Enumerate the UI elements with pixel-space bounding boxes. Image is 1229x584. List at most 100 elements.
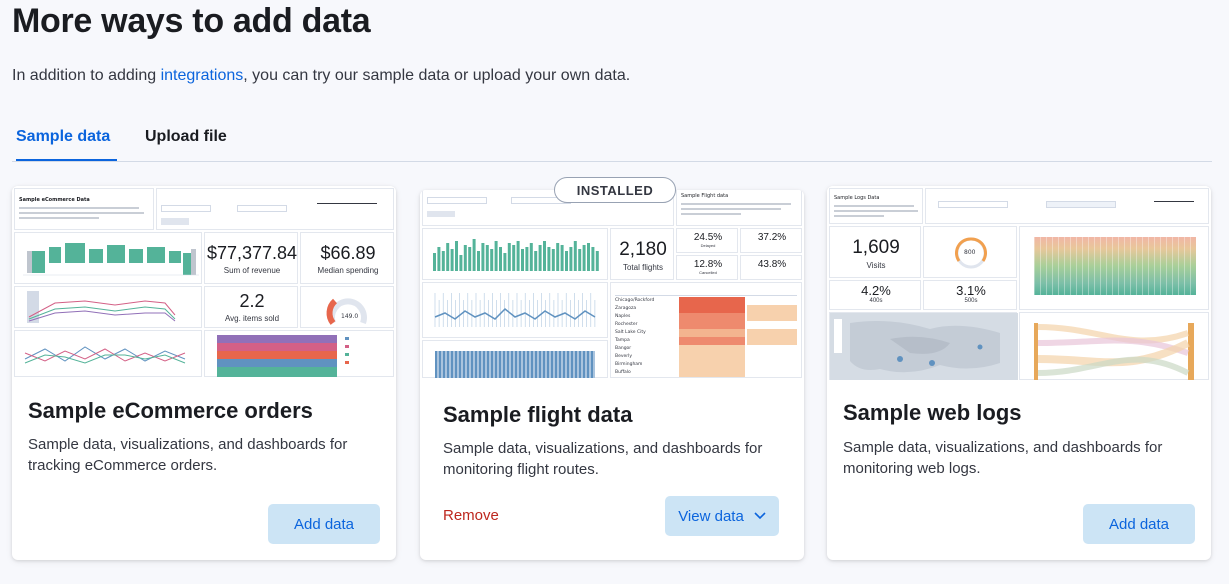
- weblogs-dashboard-title: Sample Logs Data: [834, 195, 880, 201]
- card-desc-weblogs: Sample data, visualizations, and dashboa…: [843, 439, 1163, 477]
- revenue-value: $77,377.84: [206, 243, 298, 263]
- median-value: $66.89: [320, 243, 376, 263]
- metric-5-value: 43.8%: [757, 259, 787, 270]
- ecommerce-line-panel: [14, 286, 202, 328]
- card-title-ecommerce: Sample eCommerce orders: [28, 398, 313, 423]
- flights-metric-5: 43.8%: [740, 255, 802, 280]
- weblogs-500-metric: 3.1% 500s: [923, 280, 1017, 310]
- city-name: Birmingham: [615, 362, 643, 367]
- ecommerce-dashboard-title: Sample eCommerce Data: [19, 197, 90, 203]
- weblogs-controls-panel: [925, 188, 1209, 224]
- city-name: Naples: [615, 314, 631, 319]
- card-flights: INSTALLED Sample Flight data 2,180 Total …: [420, 177, 804, 560]
- weblogs-sankey: [1034, 323, 1194, 380]
- ecommerce-stacked-chart: [217, 335, 349, 377]
- card-ecommerce: Sample eCommerce Data $77,377.84 Sum of …: [12, 186, 396, 560]
- city-row: Bangor: [615, 345, 797, 353]
- intro-text: In addition to adding integrations, you …: [12, 67, 630, 85]
- cancelled-value: 12.8%: [693, 259, 723, 270]
- ecommerce-gauge: [326, 298, 367, 325]
- chevron-down-icon: [754, 512, 766, 520]
- 500s-value: 3.1%: [956, 283, 986, 298]
- 400s-label: 400s: [869, 298, 883, 304]
- intro-prefix: In addition to adding: [12, 67, 161, 84]
- city-row: Salt Lake City: [615, 329, 797, 337]
- revenue-label: Sum of revenue: [223, 266, 281, 275]
- ecommerce-bar-chart: [23, 243, 199, 276]
- flights-cancelled-metric: 12.8% Cancelled: [676, 255, 738, 280]
- delayed-value: 24.5%: [693, 232, 723, 243]
- total-flights-value: 2,180: [619, 239, 667, 260]
- ecommerce-controls-panel: [156, 188, 394, 230]
- ecommerce-line-chart: [27, 291, 199, 323]
- flights-metric-4: 37.2%: [740, 228, 802, 253]
- flights-thumbnail: Sample Flight data 2,180 Total flights 24…: [420, 190, 804, 378]
- metric-4-value: 37.2%: [757, 232, 787, 243]
- city-name: Zaragoza: [615, 306, 637, 311]
- ecommerce-thumbnail: Sample eCommerce Data $77,377.84 Sum of …: [12, 186, 396, 377]
- ecommerce-gauge-panel: 149.0: [300, 286, 394, 328]
- ecommerce-promo-chart: [24, 346, 186, 364]
- city-row: Tampa: [615, 337, 797, 345]
- weblogs-visits-metric: 1,609 Visits: [829, 226, 921, 278]
- integrations-link[interactable]: integrations: [161, 67, 244, 84]
- installed-badge: INSTALLED: [554, 177, 676, 203]
- view-data-button-flights[interactable]: View data: [665, 496, 779, 536]
- ecommerce-stacked-panel: [204, 330, 394, 377]
- flights-delay-chart: [434, 293, 596, 327]
- card-weblogs: Sample Logs Data 1,609 Visits 800 4.2% 400…: [827, 186, 1211, 560]
- flights-bar-chart: [433, 239, 599, 271]
- flights-cities-table: Chicago/Rockford Zaragoza Naples Rochester S…: [610, 282, 802, 378]
- weblogs-markdown-panel: Sample Logs Data: [829, 188, 923, 224]
- city-row: Beverly: [615, 353, 797, 361]
- tab-sample-data[interactable]: Sample data: [16, 128, 117, 161]
- flights-delay-type-panel: [422, 340, 608, 378]
- card-title-weblogs: Sample web logs: [843, 400, 1022, 425]
- city-name: Buffalo: [615, 370, 631, 375]
- visits-label: Visits: [866, 261, 886, 270]
- ecommerce-promo-panel: [14, 330, 202, 377]
- remove-button-flights[interactable]: Remove: [443, 507, 499, 524]
- weblogs-gauge-value: 800: [964, 249, 976, 256]
- city-name: Chicago/Rockford: [615, 298, 655, 303]
- items-label: Avg. items sold: [224, 314, 280, 323]
- weblogs-gauge-panel: 800: [923, 226, 1017, 278]
- ecommerce-revenue-metric: $77,377.84 Sum of revenue: [204, 232, 298, 284]
- city-name: Bangor: [615, 346, 632, 351]
- view-data-label: View data: [678, 507, 744, 525]
- add-data-button-ecommerce[interactable]: Add data: [268, 504, 380, 544]
- city-name: Tampa: [615, 338, 630, 343]
- weblogs-sankey-panel: [1019, 312, 1209, 380]
- flights-bar-panel: [422, 228, 608, 280]
- flights-dashboard-title: Sample Flight data: [681, 193, 729, 199]
- city-row: Naples: [615, 313, 797, 321]
- city-name: Salt Lake City: [615, 330, 646, 335]
- ecommerce-gauge-value: 149.0: [341, 313, 359, 320]
- add-data-button-weblogs[interactable]: Add data: [1083, 504, 1195, 544]
- weblogs-area-panel: [1019, 226, 1209, 310]
- city-name: Beverly: [615, 354, 633, 359]
- weblogs-map: [830, 313, 1018, 380]
- cancelled-label: Cancelled: [699, 270, 717, 275]
- city-row: Buffalo: [615, 369, 797, 377]
- tab-upload-file[interactable]: Upload file: [145, 128, 227, 161]
- 400s-value: 4.2%: [861, 283, 891, 298]
- card-desc-flights: Sample data, visualizations, and dashboa…: [443, 440, 763, 478]
- flights-delayed-metric: 24.5% Delayed: [676, 228, 738, 253]
- city-row: Birmingham: [615, 361, 797, 369]
- items-value: 2.2: [239, 291, 265, 311]
- weblogs-thumbnail: Sample Logs Data 1,609 Visits 800 4.2% 400…: [827, 186, 1211, 380]
- weblogs-map-panel: [829, 312, 1018, 380]
- ecommerce-markdown-panel: Sample eCommerce Data: [14, 188, 154, 230]
- city-row: Chicago/Rockford: [615, 297, 797, 305]
- flights-delay-panel: [422, 282, 608, 338]
- ecommerce-median-metric: $66.89 Median spending: [300, 232, 394, 284]
- ecommerce-bar-panel: [14, 232, 202, 284]
- page-title: More ways to add data: [12, 2, 371, 40]
- weblogs-400-metric: 4.2% 400s: [829, 280, 921, 310]
- flights-total-metric: 2,180 Total flights: [610, 228, 674, 280]
- visits-value: 1,609: [852, 237, 900, 258]
- city-name: Rochester: [615, 322, 638, 327]
- tab-bar: Sample data Upload file: [12, 126, 1212, 162]
- card-title-flights: Sample flight data: [443, 402, 633, 427]
